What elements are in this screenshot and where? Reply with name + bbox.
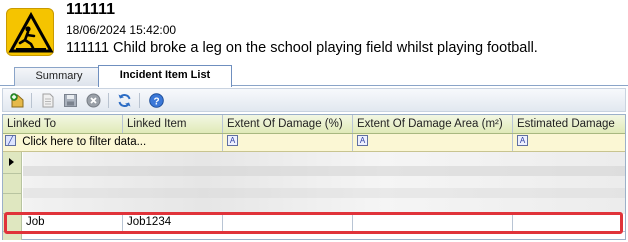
obscured-band (23, 188, 625, 198)
row-selector[interactable] (3, 152, 22, 174)
column-header-extent-area[interactable]: Extent Of Damage Area (m²) (353, 115, 513, 133)
filter-clear-icon[interactable]: ╱ (5, 135, 16, 147)
incident-description: 111111 Child broke a leg on the school p… (66, 40, 538, 56)
row-highlight-box (4, 212, 623, 234)
incident-datetime: 18/06/2024 15:42:00 (66, 23, 177, 37)
grid-toolbar: ? (2, 88, 626, 112)
filter-cell-extent-pct[interactable]: A (223, 134, 353, 151)
filter-cell-estimated[interactable]: A (513, 134, 625, 151)
obscured-rows (23, 152, 625, 214)
column-header-extent-pct[interactable]: Extent Of Damage (%) (223, 115, 353, 133)
document-icon[interactable] (39, 92, 56, 109)
hazard-warning-icon (6, 8, 54, 56)
tab-bar: Summary Incident Item List (0, 64, 628, 87)
grid-header-row: Linked To Linked Item Extent Of Damage (… (3, 115, 625, 134)
current-row-arrow-icon (9, 158, 14, 166)
row-selector[interactable] (3, 194, 22, 214)
filter-placeholder: Click here to filter data... (22, 136, 147, 148)
filter-operator-icon[interactable]: A (357, 135, 368, 147)
delete-icon[interactable] (85, 92, 102, 109)
incident-header: 111111 18/06/2024 15:42:00 111111 Child … (0, 0, 628, 62)
row-selector[interactable] (3, 174, 22, 194)
svg-text:?: ? (153, 96, 159, 107)
filter-row[interactable]: ╱ Click here to filter data... A A A (3, 134, 625, 152)
filter-cell-extent-area[interactable]: A (353, 134, 513, 151)
help-icon[interactable]: ? (148, 92, 165, 109)
column-header-linked-to[interactable]: Linked To (3, 115, 123, 133)
add-icon[interactable] (9, 92, 26, 109)
column-header-linked-item[interactable]: Linked Item (123, 115, 223, 133)
toolbar-separator (139, 93, 140, 108)
refresh-icon[interactable] (116, 92, 133, 109)
save-icon[interactable] (62, 92, 79, 109)
filter-operator-icon[interactable]: A (517, 135, 528, 147)
toolbar-separator (108, 93, 109, 108)
column-header-estimated-damage[interactable]: Estimated Damage (513, 115, 625, 133)
tab-incident-item-list[interactable]: Incident Item List (98, 65, 232, 87)
filter-cell-linked[interactable]: ╱ Click here to filter data... (3, 134, 223, 151)
tab-summary[interactable]: Summary (14, 67, 104, 86)
obscured-band (23, 166, 625, 176)
filter-operator-icon[interactable]: A (227, 135, 238, 147)
incident-title: 111111 (66, 1, 115, 18)
toolbar-separator (31, 93, 32, 108)
